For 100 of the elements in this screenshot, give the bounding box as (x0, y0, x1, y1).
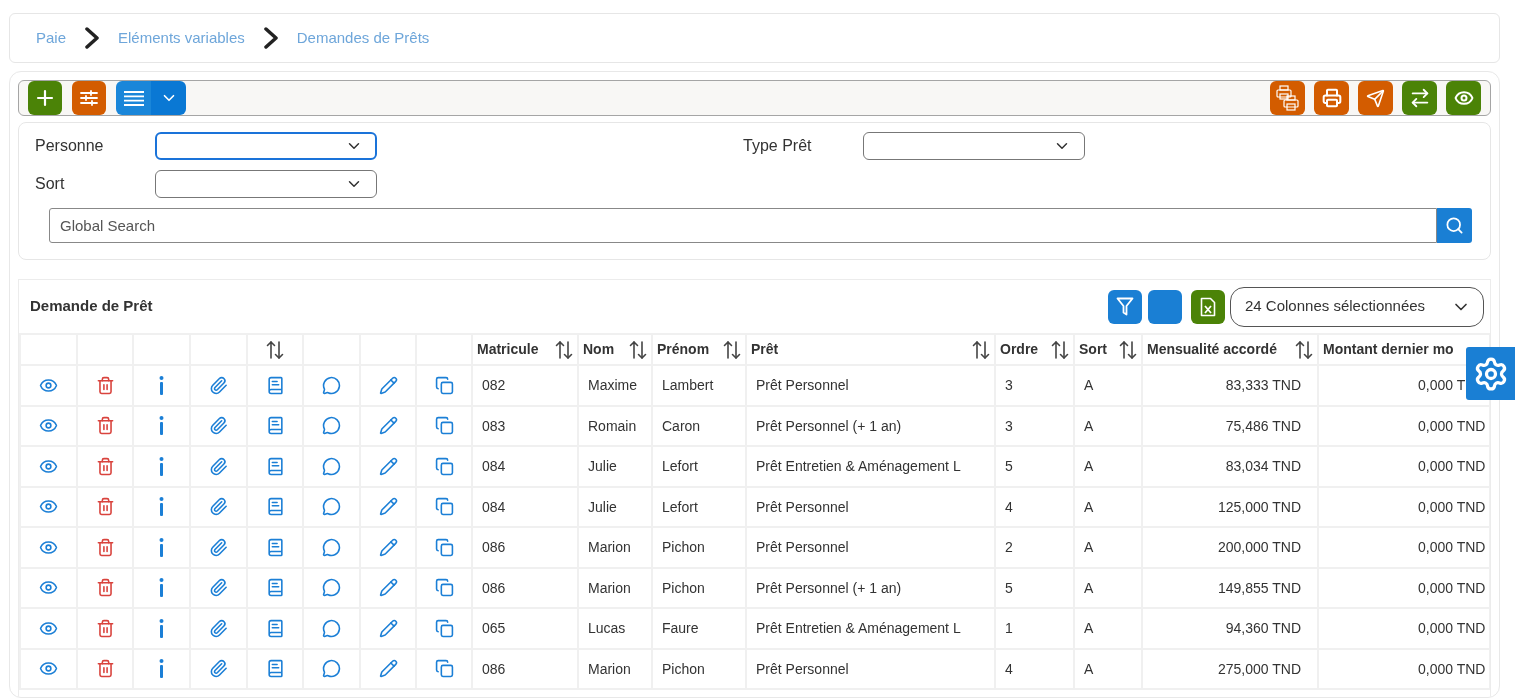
add-button[interactable] (28, 81, 62, 115)
chat-bubble-icon[interactable] (322, 416, 341, 436)
book-icon[interactable] (265, 497, 285, 517)
info-icon[interactable] (159, 537, 164, 557)
sort-icon[interactable] (1051, 339, 1069, 360)
pencil-icon[interactable] (378, 375, 398, 395)
copy-icon[interactable] (434, 375, 454, 395)
chat-bubble-icon[interactable] (322, 618, 341, 638)
trash-icon[interactable] (95, 375, 115, 395)
matricule-value: 086 (482, 660, 506, 677)
paperclip-icon[interactable] (209, 416, 228, 436)
order-value: 1 (1005, 620, 1013, 637)
pencil-icon[interactable] (378, 578, 398, 598)
paperclip-icon[interactable] (209, 659, 228, 679)
copy-icon[interactable] (434, 618, 454, 638)
chat-bubble-icon[interactable] (322, 456, 341, 476)
info-icon[interactable] (159, 416, 164, 436)
sort-icon[interactable] (555, 339, 573, 360)
chat-bubble-icon[interactable] (322, 659, 341, 679)
info-icon[interactable] (159, 456, 164, 476)
sliders-button[interactable] (72, 81, 106, 115)
book-icon[interactable] (265, 456, 285, 476)
paperclip-icon[interactable] (209, 456, 228, 476)
swap-button[interactable] (1402, 81, 1437, 115)
trash-icon[interactable] (95, 416, 115, 436)
print-all-button[interactable] (1270, 81, 1305, 115)
search-button[interactable] (1437, 208, 1472, 243)
trash-icon[interactable] (95, 659, 115, 679)
trash-icon[interactable] (95, 497, 115, 517)
send-button[interactable] (1358, 81, 1393, 115)
print-button[interactable] (1314, 81, 1349, 115)
matricule-value: 086 (482, 579, 506, 596)
paperclip-icon[interactable] (209, 537, 228, 557)
excel-export-button[interactable] (1191, 289, 1225, 324)
select-field[interactable] (863, 132, 1085, 160)
pencil-icon[interactable] (378, 618, 398, 638)
trash-icon[interactable] (95, 618, 115, 638)
chevron-right-icon (263, 27, 278, 49)
pencil-icon[interactable] (378, 659, 398, 679)
list-button[interactable] (116, 81, 151, 115)
search-field[interactable]: Global Search (49, 208, 1437, 243)
book-icon[interactable] (265, 537, 285, 557)
breadcrumb-link[interactable]: Demandes de Prêts (296, 26, 430, 50)
chat-bubble-icon[interactable] (322, 497, 341, 517)
info-icon[interactable] (159, 497, 164, 517)
info-icon[interactable] (159, 375, 164, 395)
pencil-icon[interactable] (378, 456, 398, 476)
paperclip-icon[interactable] (209, 375, 228, 395)
column-heading: Prénom (657, 340, 710, 359)
matricule-value: 084 (482, 498, 506, 515)
paperclip-icon[interactable] (209, 618, 228, 638)
sort-icon[interactable] (972, 339, 990, 360)
breadcrumb-link[interactable]: Paie (36, 26, 67, 50)
book-icon[interactable] (265, 375, 285, 395)
pencil-icon[interactable] (378, 416, 398, 436)
status-value: A (1084, 417, 1094, 434)
pencil-icon[interactable] (378, 537, 398, 557)
trash-icon[interactable] (95, 578, 115, 598)
book-icon[interactable] (265, 659, 285, 679)
sort-icon[interactable] (1119, 339, 1137, 360)
chat-bubble-icon[interactable] (322, 578, 341, 598)
chat-bubble-icon[interactable] (322, 537, 341, 557)
last-month-amount: 0,000 TND (1418, 620, 1486, 637)
sort-icon[interactable] (1295, 339, 1313, 360)
first-name: Pichon (662, 660, 705, 677)
copy-icon[interactable] (434, 537, 454, 557)
field-label: Sort (35, 174, 66, 194)
view-button[interactable] (1446, 81, 1481, 115)
breadcrumb-link[interactable]: Eléments variables (118, 26, 245, 50)
select-field[interactable] (155, 170, 377, 198)
sort-icon[interactable] (723, 339, 741, 360)
paperclip-icon[interactable] (209, 578, 228, 598)
pencil-icon[interactable] (378, 497, 398, 517)
book-icon[interactable] (265, 416, 285, 436)
info-icon[interactable] (159, 659, 164, 679)
copy-icon[interactable] (434, 578, 454, 598)
paperclip-icon[interactable] (209, 497, 228, 517)
book-icon[interactable] (265, 618, 285, 638)
info-icon[interactable] (159, 618, 164, 638)
settings-button[interactable] (1466, 347, 1515, 400)
copy-icon[interactable] (434, 659, 454, 679)
loan-type: Prêt Personnel (+ 1 an) (756, 417, 902, 434)
last-name: Marion (588, 579, 631, 596)
table-title: Demande de Prêt (30, 296, 153, 317)
filter-button[interactable] (1108, 289, 1142, 324)
dropdown-button[interactable] (151, 81, 186, 115)
monthly-amount: 83,333 TND (1225, 377, 1301, 394)
info-icon[interactable] (159, 578, 164, 598)
sort-icon[interactable] (629, 339, 647, 360)
select-field[interactable] (155, 132, 377, 160)
chat-bubble-icon[interactable] (322, 375, 341, 395)
sort-icon[interactable] (266, 339, 284, 360)
book-icon[interactable] (265, 578, 285, 598)
trash-icon[interactable] (95, 456, 115, 476)
square-button[interactable] (1148, 289, 1182, 324)
trash-icon[interactable] (95, 537, 115, 557)
copy-icon[interactable] (434, 456, 454, 476)
columns-dropdown[interactable]: 24 Colonnes sélectionnées (1230, 286, 1484, 327)
copy-icon[interactable] (434, 416, 454, 436)
copy-icon[interactable] (434, 497, 454, 517)
